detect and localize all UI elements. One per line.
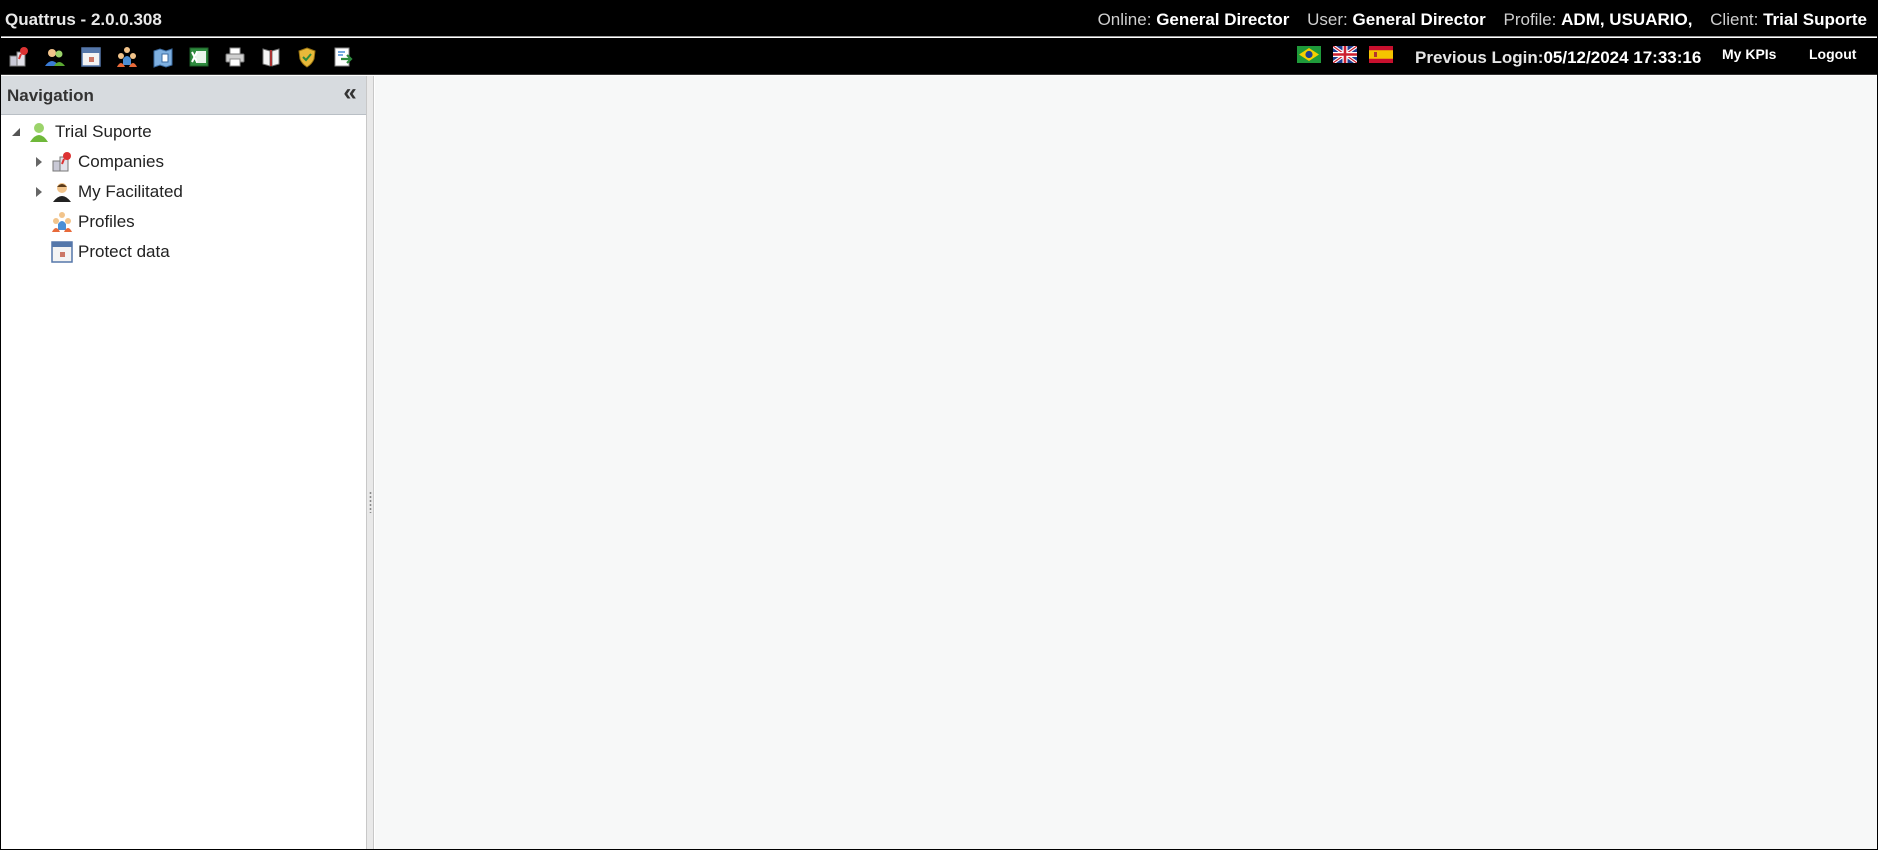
- collapsed-triangle-icon[interactable]: [32, 185, 46, 199]
- client-info: Client: Trial Suporte: [1710, 10, 1867, 29]
- app-title: Quattrus - 2.0.0.308: [5, 10, 162, 29]
- profile-info: Profile: ADM, USUARIO,: [1503, 10, 1693, 29]
- main-content-area: [375, 76, 1877, 849]
- previous-login: Previous Login:05/12/2024 17:33:16: [1415, 48, 1702, 67]
- tree-node-companies[interactable]: Companies: [32, 149, 164, 175]
- calendar-icon[interactable]: [78, 44, 104, 70]
- profiles-icon: [50, 210, 74, 234]
- companies-icon: [50, 150, 74, 174]
- tree-label: Companies: [78, 152, 164, 171]
- book-icon[interactable]: [258, 44, 284, 70]
- expanded-triangle-icon[interactable]: [9, 125, 23, 139]
- user-icon: [50, 180, 74, 204]
- printer-icon[interactable]: [222, 44, 248, 70]
- brazil-flag-icon[interactable]: [1297, 46, 1321, 63]
- tree-node-protect-data[interactable]: Protect data: [50, 239, 170, 265]
- companies-icon[interactable]: [6, 44, 32, 70]
- uk-flag-icon[interactable]: [1333, 46, 1357, 63]
- tree-label: Profiles: [78, 212, 135, 231]
- panel-splitter[interactable]: [366, 76, 374, 849]
- my-kpis-link[interactable]: My KPIs: [1722, 46, 1776, 62]
- tree-label: My Facilitated: [78, 182, 183, 201]
- navigation-title: Navigation: [7, 86, 94, 105]
- user-info: User: General Director: [1307, 10, 1486, 29]
- navigation-header: Navigation «: [1, 76, 366, 115]
- export-icon[interactable]: [330, 44, 356, 70]
- tree-node-my-facilitated[interactable]: My Facilitated: [32, 179, 183, 205]
- navigation-panel: Navigation « Trial Suporte Companies My …: [1, 76, 367, 849]
- excel-icon[interactable]: [186, 44, 212, 70]
- spain-flag-icon[interactable]: [1369, 46, 1393, 63]
- title-bar: Quattrus - 2.0.0.308 Online: General Dir…: [1, 1, 1877, 37]
- profiles-icon[interactable]: [114, 44, 140, 70]
- app-window: Quattrus - 2.0.0.308 Online: General Dir…: [0, 0, 1878, 850]
- session-info: Online: General Director User: General D…: [1098, 10, 1867, 30]
- shield-icon[interactable]: [294, 44, 320, 70]
- toolbar: Previous Login:05/12/2024 17:33:16 My KP…: [1, 38, 1877, 75]
- online-info: Online: General Director: [1097, 10, 1290, 29]
- client-icon: [27, 120, 51, 144]
- calendar-icon: [50, 240, 74, 264]
- tree-label: Protect data: [78, 242, 170, 261]
- map-icon[interactable]: [150, 44, 176, 70]
- double-chevron-left-icon[interactable]: «: [338, 81, 362, 106]
- logout-link[interactable]: Logout: [1809, 46, 1856, 62]
- tree-label: Trial Suporte: [55, 122, 152, 141]
- users-icon[interactable]: [42, 44, 68, 70]
- tree-node-profiles[interactable]: Profiles: [50, 209, 135, 235]
- collapsed-triangle-icon[interactable]: [32, 155, 46, 169]
- tree-node-trial-suporte[interactable]: Trial Suporte: [9, 119, 152, 145]
- splitter-grip-icon[interactable]: [369, 491, 372, 513]
